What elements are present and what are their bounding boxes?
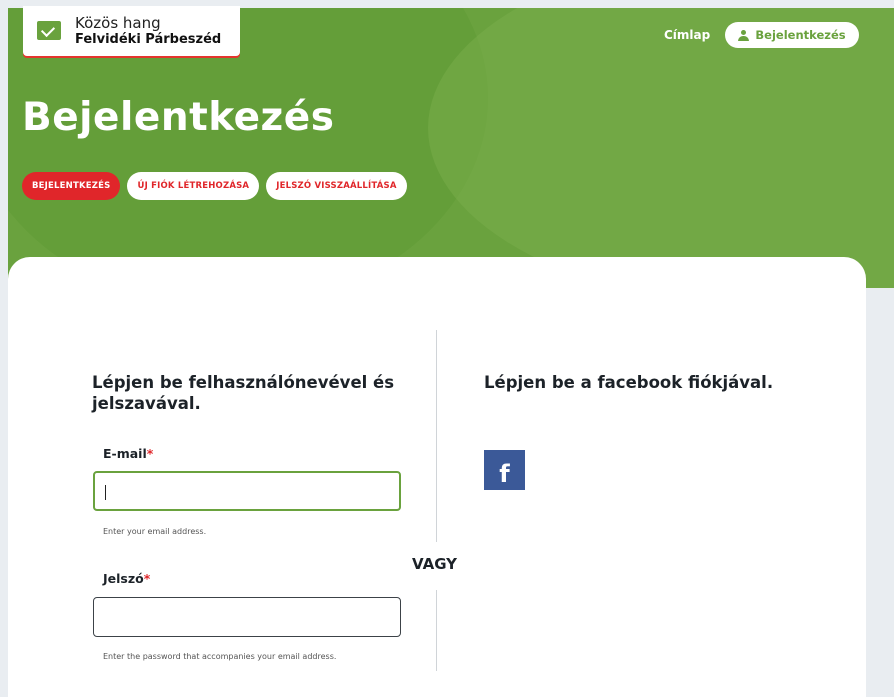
- nav-home-link[interactable]: Címlap: [664, 28, 710, 42]
- logo-title: Közös hang: [75, 14, 161, 32]
- or-separator: VAGY: [412, 555, 458, 573]
- email-hint: Enter your email address.: [103, 527, 207, 536]
- nav-login-label: Bejelentkezés: [755, 28, 846, 42]
- password-hint: Enter the password that accompanies your…: [103, 652, 337, 661]
- hero-decoration: [428, 8, 894, 288]
- email-label-text: E-mail: [103, 446, 147, 461]
- tab-reset-password[interactable]: JELSZÓ VISSZAÁLLÍTÁSA: [266, 172, 407, 200]
- nav-login-button[interactable]: Bejelentkezés: [725, 22, 859, 48]
- column-divider: [436, 330, 437, 542]
- password-field[interactable]: [93, 597, 401, 637]
- user-icon: [738, 29, 750, 41]
- password-label-text: Jelszó: [103, 571, 144, 586]
- checkmark-logo-icon: [37, 21, 61, 40]
- password-label: Jelszó*: [103, 571, 150, 586]
- tab-create-account[interactable]: ÚJ FIÓK LÉTREHOZÁSA: [127, 172, 260, 200]
- required-mark: *: [146, 446, 154, 461]
- text-caret: [105, 485, 106, 500]
- required-mark: *: [143, 571, 151, 586]
- page-title: Bejelentkezés: [22, 95, 335, 140]
- facebook-glyph: f: [499, 460, 510, 488]
- logo-subtitle: Felvidéki Párbeszéd: [75, 32, 222, 47]
- facebook-icon[interactable]: f: [484, 450, 525, 490]
- email-field[interactable]: [93, 471, 401, 511]
- facebook-login-heading: Lépjen be a facebook fiókjával.: [484, 373, 774, 392]
- auth-tabs: BEJELENTKEZÉS ÚJ FIÓK LÉTREHOZÁSA JELSZÓ…: [22, 172, 407, 200]
- email-label: E-mail*: [103, 446, 153, 461]
- column-divider: [436, 590, 437, 671]
- site-logo[interactable]: Közös hang Felvidéki Párbeszéd: [23, 6, 240, 56]
- login-form-heading: Lépjen be felhasználónevével és jelszavá…: [92, 373, 395, 413]
- tab-login[interactable]: BEJELENTKEZÉS: [22, 172, 121, 200]
